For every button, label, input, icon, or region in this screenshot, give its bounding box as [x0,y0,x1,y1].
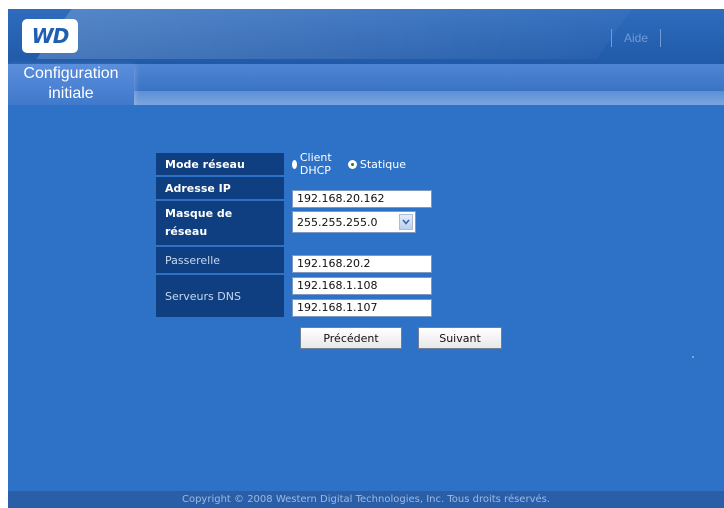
gateway-input[interactable]: 192.168.20.2 [292,255,432,273]
subnet-mask-label: Masque de réseau [156,201,284,245]
radio-option-static[interactable]: Statique [347,157,406,171]
subnet-mask-label-line1: Masque de [165,207,233,220]
wd-logo: WD [22,19,78,53]
header-bar: WD Aide [8,9,724,64]
radio-static[interactable] [347,159,357,169]
help-link[interactable]: Aide [612,31,660,45]
footer-copyright: Copyright © 2008 Western Digital Technol… [8,491,724,508]
next-button[interactable]: Suivant [418,327,502,349]
app-frame: WD Aide Configuration initiale Mode rése… [8,9,724,508]
decorative-dot [692,356,694,358]
subnet-mask-select[interactable]: 255.255.255.0 [292,211,416,233]
network-mode-label: Mode réseau [156,153,284,175]
nav-strip [134,64,724,91]
page-title-line1: Configuration [23,65,119,82]
radio-dhcp[interactable] [292,159,297,169]
ip-address-input[interactable]: 192.168.20.162 [292,190,432,208]
dns-secondary-input[interactable]: 192.168.1.107 [292,299,432,317]
header-decoration [36,9,660,59]
subnet-mask-value: 255.255.255.0 [297,215,378,229]
help-area: Aide [611,29,662,47]
previous-button[interactable]: Précédent [300,327,402,349]
network-mode-radio-group: Client DHCP Statique [292,151,418,177]
nav-strip-lower [134,91,724,105]
divider [660,29,662,47]
dns-primary-input[interactable]: 192.168.1.108 [292,277,432,295]
page-title-line2: initiale [48,85,94,102]
radio-static-label: Statique [359,157,406,171]
dns-label: Serveurs DNS [156,275,284,317]
gateway-label: Passerelle [156,247,284,273]
chevron-down-icon[interactable] [399,214,413,230]
radio-option-dhcp[interactable]: Client DHCP [292,151,336,177]
page-title-tab: Configuration initiale [8,64,134,107]
subnet-mask-label-line2: réseau [165,225,208,238]
radio-dhcp-label: Client DHCP [299,151,332,177]
ip-address-label: Adresse IP [156,177,284,199]
